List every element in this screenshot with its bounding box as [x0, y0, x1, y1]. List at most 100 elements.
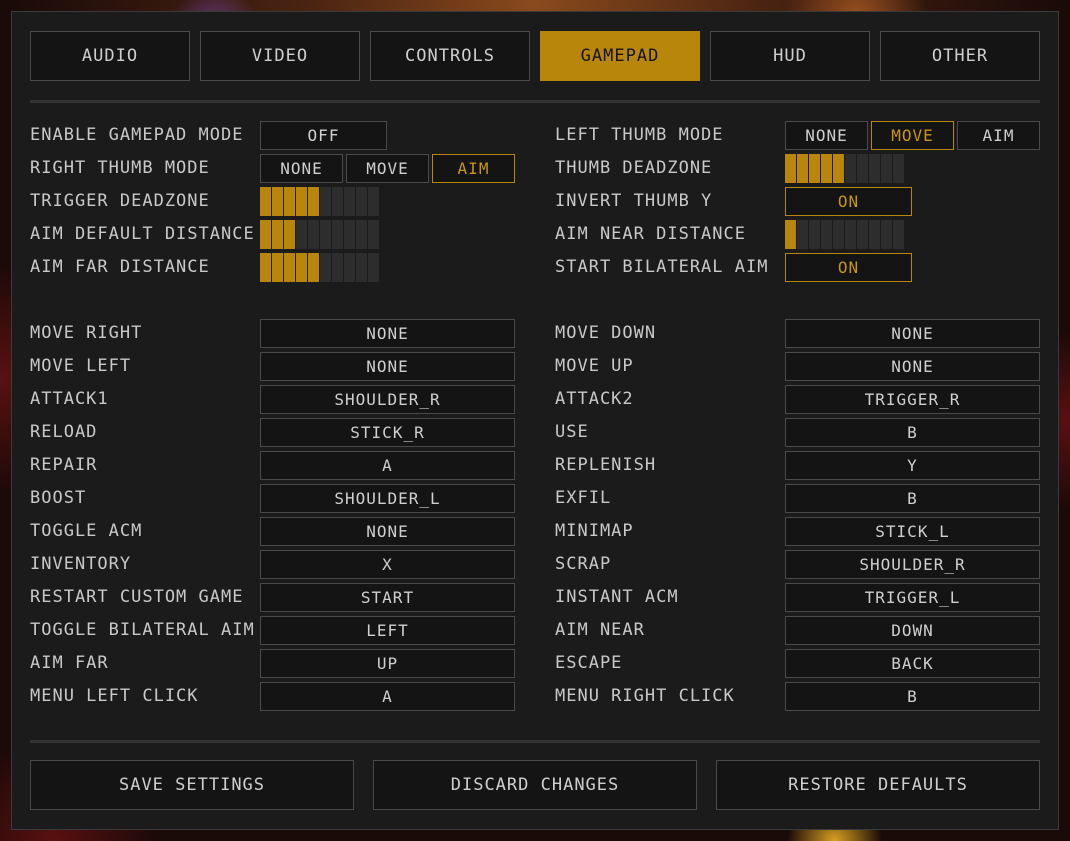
slider-segment	[356, 220, 368, 249]
aim-default-distance-slider[interactable]	[260, 220, 380, 249]
slider-segment	[296, 253, 308, 282]
right-binding-button[interactable]: B	[785, 484, 1040, 513]
aim-near-distance-slider[interactable]	[785, 220, 905, 249]
settings-panel: AUDIO VIDEO CONTROLS GAMEPAD HUD OTHER E…	[11, 11, 1059, 830]
start-bilateral-aim-toggle[interactable]: ON	[785, 253, 912, 282]
thumb-deadzone-slider[interactable]	[785, 154, 905, 183]
right-binding-button[interactable]: STICK_L	[785, 517, 1040, 546]
left-binding-label: TOGGLE BILATERAL AIM	[30, 620, 255, 640]
aim-far-distance-slider[interactable]	[260, 253, 380, 282]
right-thumb-option-move[interactable]: MOVE	[346, 154, 429, 183]
slider-segment	[320, 253, 332, 282]
left-binding-button[interactable]: SHOULDER_L	[260, 484, 515, 513]
left-binding-button[interactable]: SHOULDER_R	[260, 385, 515, 414]
left-binding-button[interactable]: A	[260, 682, 515, 711]
save-settings-button[interactable]: SAVE SETTINGS	[30, 760, 354, 810]
slider-segment	[344, 253, 356, 282]
tab-controls[interactable]: CONTROLS	[370, 31, 530, 81]
enable-gamepad-mode-toggle[interactable]: OFF	[260, 121, 387, 150]
right-binding-label: MINIMAP	[555, 521, 634, 541]
slider-segment	[881, 154, 893, 183]
right-thumb-mode-selector: NONE MOVE AIM	[260, 154, 518, 183]
slider-segment	[260, 253, 272, 282]
slider-segment	[308, 187, 320, 216]
left-binding-button[interactable]: LEFT	[260, 616, 515, 645]
slider-segment	[368, 220, 380, 249]
slider-segment	[857, 220, 869, 249]
slider-segment	[833, 220, 845, 249]
right-thumb-option-aim[interactable]: AIM	[432, 154, 515, 183]
slider-segment	[809, 154, 821, 183]
right-binding-button[interactable]: NONE	[785, 319, 1040, 348]
right-binding-button[interactable]: DOWN	[785, 616, 1040, 645]
slider-segment	[785, 154, 797, 183]
left-thumb-mode-label: LEFT THUMB MODE	[555, 125, 724, 145]
right-binding-label: MOVE DOWN	[555, 323, 657, 343]
slider-segment	[284, 220, 296, 249]
tab-video[interactable]: VIDEO	[200, 31, 360, 81]
left-binding-label: RESTART CUSTOM GAME	[30, 587, 244, 607]
left-binding-label: INVENTORY	[30, 554, 132, 574]
tab-gamepad[interactable]: GAMEPAD	[540, 31, 700, 81]
left-binding-button[interactable]: A	[260, 451, 515, 480]
tab-hud[interactable]: HUD	[710, 31, 870, 81]
slider-segment	[368, 253, 380, 282]
left-thumb-option-none[interactable]: NONE	[785, 121, 868, 150]
slider-segment	[332, 220, 344, 249]
slider-segment	[284, 253, 296, 282]
left-thumb-mode-selector: NONE MOVE AIM	[785, 121, 1043, 150]
right-binding-button[interactable]: BACK	[785, 649, 1040, 678]
slider-segment	[320, 220, 332, 249]
right-binding-button[interactable]: TRIGGER_R	[785, 385, 1040, 414]
discard-changes-button[interactable]: DISCARD CHANGES	[373, 760, 697, 810]
slider-segment	[308, 220, 320, 249]
left-binding-button[interactable]: UP	[260, 649, 515, 678]
slider-segment	[821, 220, 833, 249]
left-binding-button[interactable]: NONE	[260, 517, 515, 546]
right-binding-label: MOVE UP	[555, 356, 634, 376]
left-binding-button[interactable]: STICK_R	[260, 418, 515, 447]
slider-segment	[260, 187, 272, 216]
invert-thumb-y-label: INVERT THUMB Y	[555, 191, 713, 211]
left-binding-label: MENU LEFT CLICK	[30, 686, 199, 706]
left-binding-button[interactable]: NONE	[260, 319, 515, 348]
slider-segment	[308, 253, 320, 282]
trigger-deadzone-slider[interactable]	[260, 187, 380, 216]
right-binding-button[interactable]: TRIGGER_L	[785, 583, 1040, 612]
left-binding-label: AIM FAR	[30, 653, 109, 673]
right-thumb-option-none[interactable]: NONE	[260, 154, 343, 183]
left-binding-button[interactable]: START	[260, 583, 515, 612]
right-binding-button[interactable]: B	[785, 418, 1040, 447]
slider-segment	[260, 220, 272, 249]
right-binding-button[interactable]: SHOULDER_R	[785, 550, 1040, 579]
slider-segment	[845, 220, 857, 249]
left-binding-button[interactable]: X	[260, 550, 515, 579]
slider-segment	[881, 220, 893, 249]
left-thumb-option-move[interactable]: MOVE	[871, 121, 954, 150]
right-binding-label: USE	[555, 422, 589, 442]
left-thumb-option-aim[interactable]: AIM	[957, 121, 1040, 150]
aim-near-distance-label: AIM NEAR DISTANCE	[555, 224, 746, 244]
slider-segment	[893, 220, 905, 249]
left-binding-label: MOVE LEFT	[30, 356, 132, 376]
left-binding-label: REPAIR	[30, 455, 98, 475]
slider-segment	[869, 154, 881, 183]
right-binding-button[interactable]: Y	[785, 451, 1040, 480]
slider-segment	[272, 187, 284, 216]
slider-segment	[845, 154, 857, 183]
start-bilateral-aim-label: START BILATERAL AIM	[555, 257, 769, 277]
slider-segment	[797, 220, 809, 249]
right-binding-button[interactable]: NONE	[785, 352, 1040, 381]
slider-segment	[356, 187, 368, 216]
right-binding-label: ESCAPE	[555, 653, 623, 673]
invert-thumb-y-toggle[interactable]: ON	[785, 187, 912, 216]
restore-defaults-button[interactable]: RESTORE DEFAULTS	[716, 760, 1040, 810]
right-binding-button[interactable]: B	[785, 682, 1040, 711]
left-binding-button[interactable]: NONE	[260, 352, 515, 381]
right-binding-label: AIM NEAR	[555, 620, 645, 640]
tab-other[interactable]: OTHER	[880, 31, 1040, 81]
aim-default-distance-label: AIM DEFAULT DISTANCE	[30, 224, 255, 244]
enable-gamepad-mode-label: ENABLE GAMEPAD MODE	[30, 125, 244, 145]
aim-far-distance-label: AIM FAR DISTANCE	[30, 257, 210, 277]
tab-audio[interactable]: AUDIO	[30, 31, 190, 81]
